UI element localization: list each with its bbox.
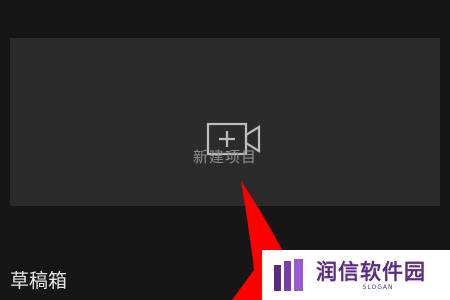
watermark-slogan: SLOGAN — [362, 284, 394, 291]
app-screen: 新建项目 草稿箱 润信软件园 SLOGAN — [0, 0, 450, 300]
watermark-logo-block: 润信软件园 SLOGAN — [262, 250, 450, 300]
watermark-brand-name: 润信软件园 — [316, 260, 426, 284]
new-project-label: 新建项目 — [192, 148, 257, 166]
watermark-logo-icon — [274, 259, 303, 291]
new-project-button[interactable] — [10, 38, 440, 206]
drafts-section-title: 草稿箱 — [10, 270, 68, 292]
